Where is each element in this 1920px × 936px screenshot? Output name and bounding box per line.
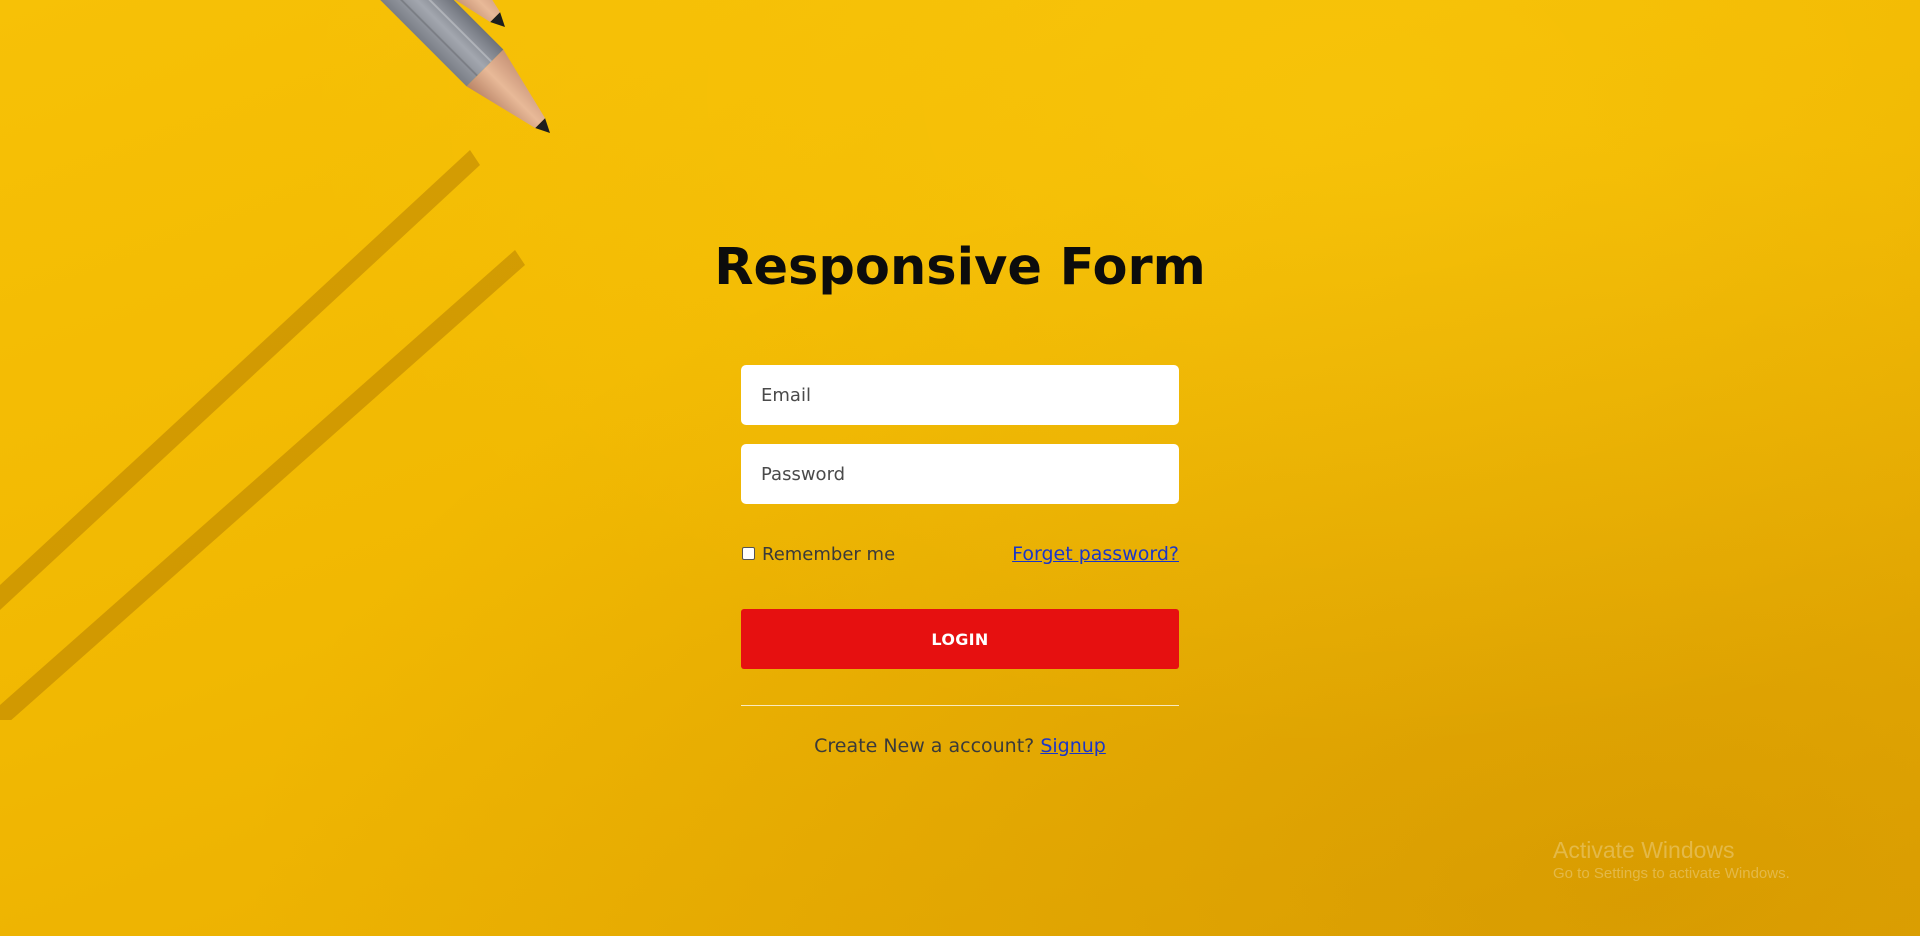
watermark-title: Activate Windows [1553,837,1735,863]
remember-me[interactable]: Remember me [741,544,895,565]
form-options: Remember me Forget password? [741,540,1179,572]
remember-me-checkbox[interactable] [742,547,755,560]
forgot-password-link[interactable]: Forget password? [1012,543,1179,565]
remember-me-label: Remember me [762,544,896,565]
login-button[interactable]: LOGIN [741,609,1179,669]
password-field[interactable] [741,444,1179,504]
watermark-subtitle: Go to Settings to activate Windows. [1553,865,1790,882]
form-title: Responsive Form [714,238,1206,297]
activation-watermark: Activate Windows Go to Settings to activ… [1553,836,1790,884]
pencils-illustration [0,0,550,720]
divider [741,705,1179,706]
signup-prompt-text: Create New a account? [814,735,1035,757]
email-field[interactable] [741,365,1179,425]
signup-link[interactable]: Signup [1040,735,1106,757]
signup-prompt: Create New a account? Signup [701,735,1219,757]
